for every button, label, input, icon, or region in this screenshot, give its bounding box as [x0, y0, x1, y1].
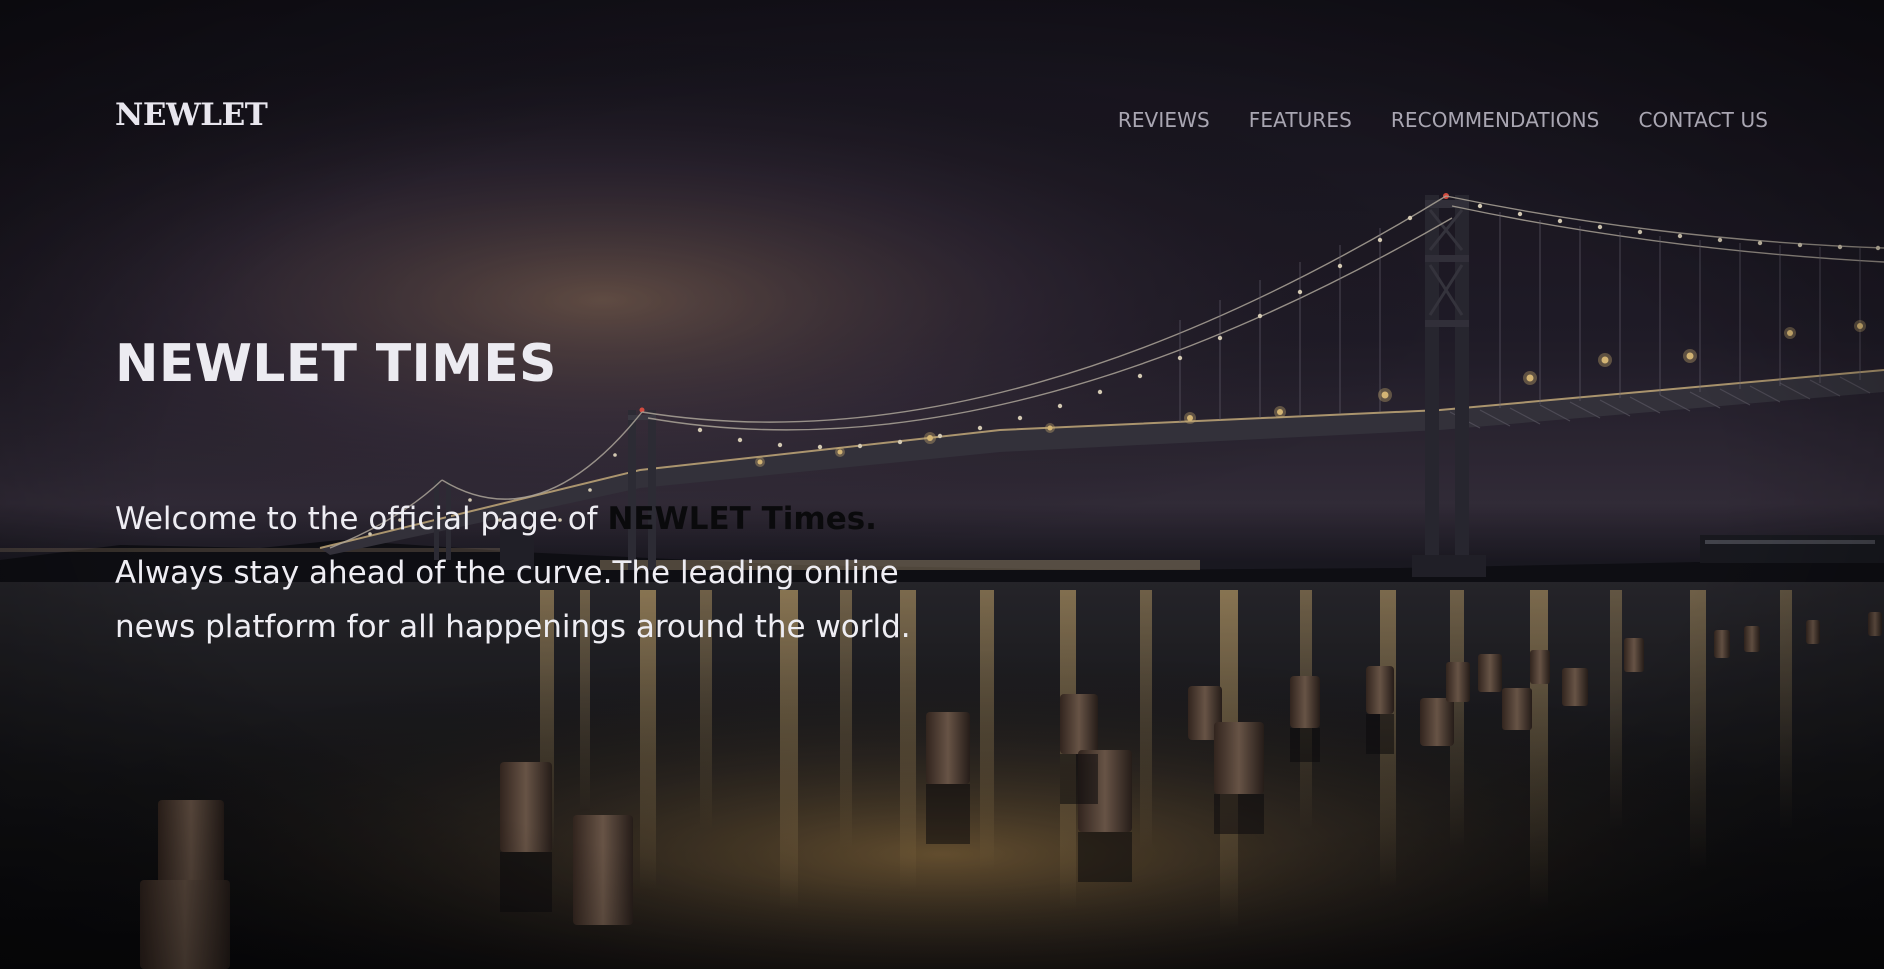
brand-logo[interactable]: NEWLET — [115, 100, 268, 131]
hero-intro-lead: Welcome to the official page of — [115, 501, 608, 537]
hero-title: NEWLET TIMES — [115, 334, 557, 394]
hero-intro-brand: NEWLET Times. — [607, 501, 877, 537]
nav-link-features[interactable]: FEATURES — [1249, 110, 1352, 130]
hero-background-image — [0, 0, 1884, 969]
hero-intro-tagline: Always stay ahead of the curve.The leadi… — [115, 555, 911, 645]
nav-link-recommendations[interactable]: RECOMMENDATIONS — [1391, 110, 1600, 130]
nav-link-contact-us[interactable]: CONTACT US — [1638, 110, 1768, 130]
main-nav: REVIEWS FEATURES RECOMMENDATIONS CONTACT… — [1118, 110, 1768, 130]
landing-page: NEWLET REVIEWS FEATURES RECOMMENDATIONS … — [0, 0, 1884, 969]
nav-link-reviews[interactable]: REVIEWS — [1118, 110, 1210, 130]
hero-intro-text: Welcome to the official page of NEWLET T… — [115, 492, 915, 654]
